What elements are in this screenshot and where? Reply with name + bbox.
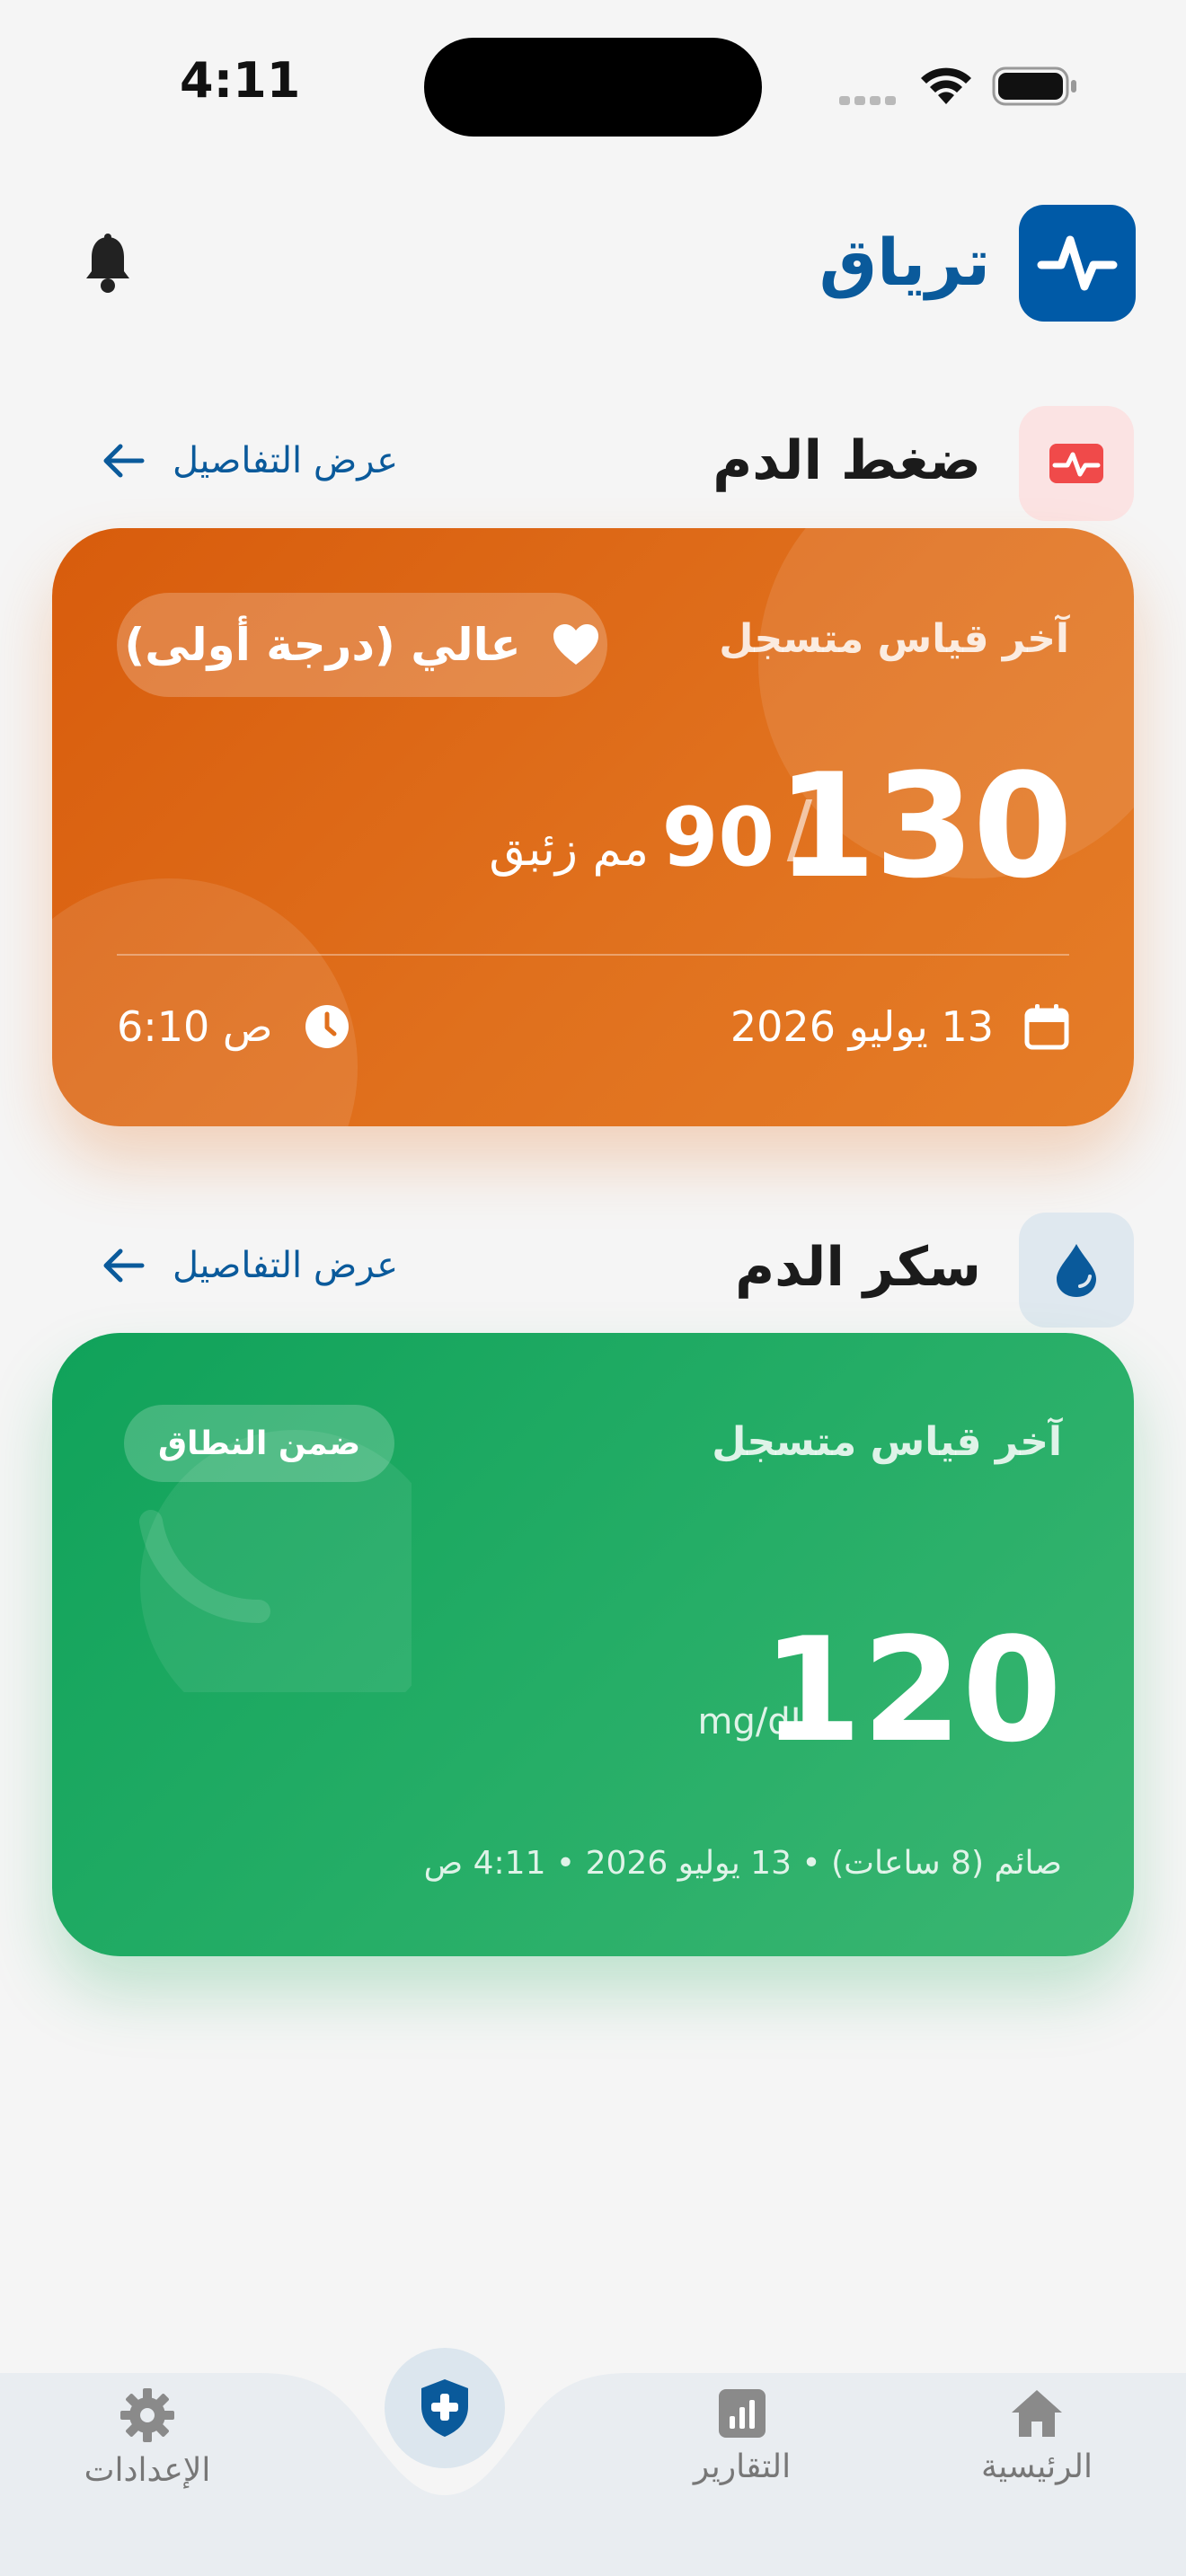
drop-icon [1057, 1244, 1096, 1297]
blood-pressure-title: ضغط الدم [712, 429, 981, 492]
last-reading-label: آخر قياس متسجل [712, 1419, 1062, 1465]
gear-icon [120, 2388, 174, 2442]
reading-time-text: 6:10 ص [117, 1002, 273, 1051]
reading-date: 13 يوليو 2026 [730, 1002, 1069, 1051]
blood-pressure-details-link[interactable]: عرض التفاصيل [101, 440, 398, 481]
nav-item-label: التقارير [693, 2448, 792, 2485]
arrow-left-icon [103, 1248, 145, 1283]
medical-shield-icon [421, 2379, 468, 2437]
status-time: 4:11 [180, 52, 301, 109]
heart-icon [553, 624, 598, 665]
wifi-icon [921, 67, 971, 104]
diastolic-value: 90 [661, 790, 774, 885]
reading-time: 6:10 ص [117, 1002, 350, 1051]
blood-glucose-title: سكر الدم [735, 1236, 981, 1299]
glucose-unit: mg/dL [697, 1701, 810, 1742]
arrow-left-icon [103, 444, 145, 478]
divider [117, 954, 1069, 956]
details-link-label: عرض التفاصيل [173, 1245, 399, 1286]
reports-icon [719, 2389, 766, 2438]
blood-pressure-card[interactable]: آخر قياس متسجل عالي (درجة أولى) 130 / 90… [52, 528, 1134, 1126]
nav-item-settings[interactable]: الإعدادات [49, 2387, 246, 2489]
blood-glucose-details-link[interactable]: عرض التفاصيل [101, 1245, 398, 1286]
details-link-label: عرض التفاصيل [173, 440, 399, 481]
heart-monitor-icon [1049, 444, 1103, 483]
nav-item-label: الرئيسية [981, 2448, 1093, 2485]
home-icon [1012, 2390, 1062, 2437]
nav-item-home[interactable]: الرئيسية [938, 2387, 1136, 2485]
calendar-icon [1024, 1004, 1069, 1050]
dynamic-island [424, 38, 762, 137]
nav-item-reports[interactable]: التقارير [643, 2387, 841, 2485]
systolic-value: 130 [776, 742, 1073, 910]
status-badge: عالي (درجة أولى) [117, 593, 607, 697]
nav-item-label: الإعدادات [84, 2452, 211, 2489]
status-badge-label: ضمن النطاق [158, 1425, 361, 1462]
battery-icon [992, 66, 1076, 106]
nav-center-button[interactable] [385, 2348, 505, 2468]
blood-pressure-section-icon [1019, 406, 1134, 521]
pressure-unit: مم زئبق [489, 823, 649, 877]
status-badge-label: عالي (درجة أولى) [124, 619, 521, 671]
value-separator: / [786, 784, 812, 872]
blood-glucose-section-icon [1019, 1213, 1134, 1328]
app-logo [1019, 205, 1136, 322]
glucose-reading-meta: صائم (8 ساعات) • 13 يوليو 2026 • 4:11 ص [423, 1845, 1062, 1882]
app-name: ترياق [819, 225, 990, 300]
pulse-icon [1037, 235, 1118, 291]
bell-icon[interactable] [83, 234, 133, 295]
status-badge: ضمن النطاق [124, 1405, 395, 1482]
last-reading-label: آخر قياس متسجل [719, 616, 1069, 662]
clock-icon [305, 1005, 349, 1048]
signal-icon [839, 92, 900, 105]
blood-glucose-card[interactable]: آخر قياس متسجل ضمن النطاق 120 mg/dL صائم… [52, 1333, 1134, 1956]
reading-date-text: 13 يوليو 2026 [730, 1002, 994, 1051]
